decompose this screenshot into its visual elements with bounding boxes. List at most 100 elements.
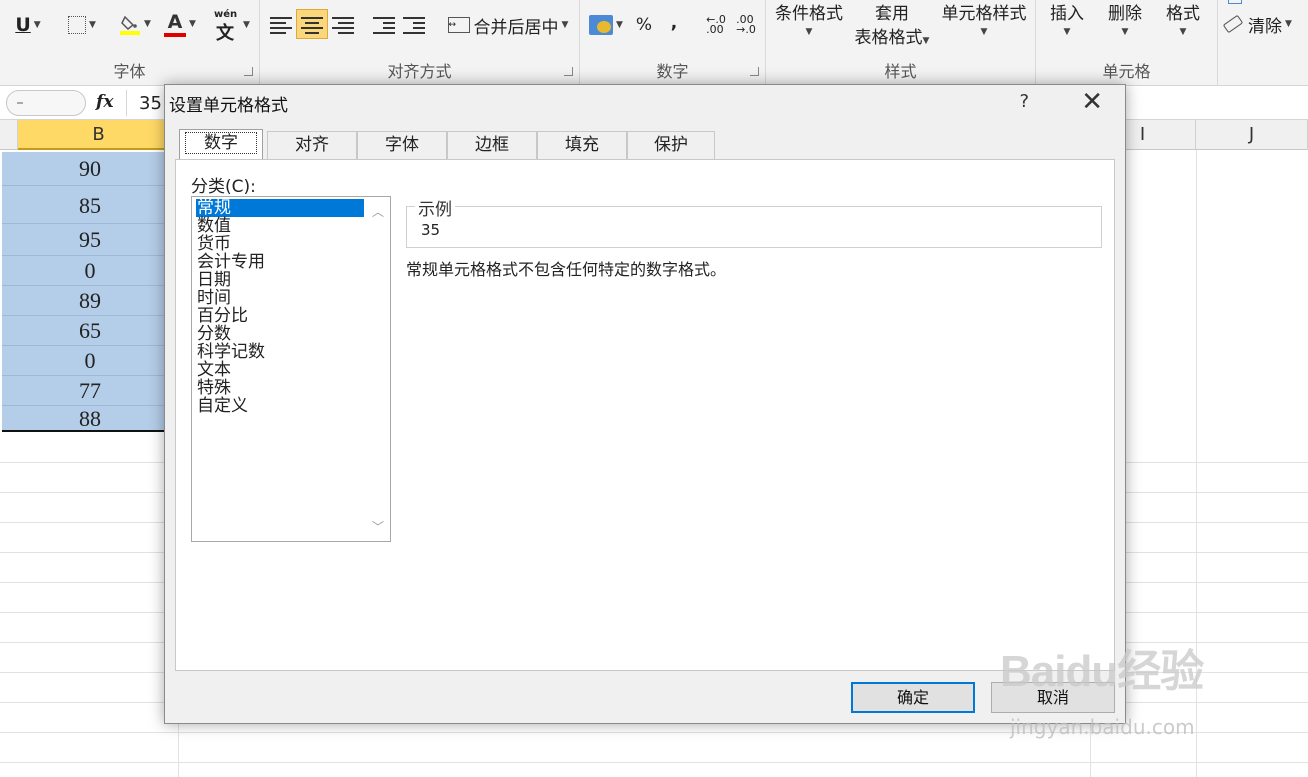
tab-border[interactable]: 边框 (447, 131, 537, 159)
fill-button-partial[interactable] (1224, 0, 1246, 6)
cell-b-value[interactable]: 77 (2, 376, 178, 406)
category-item-general[interactable]: 常规 (196, 199, 364, 217)
accounting-format-button[interactable]: ▼ (586, 10, 626, 40)
chevron-down-icon: ▼ (189, 19, 196, 29)
merge-center-label: 合并后居中 (473, 17, 559, 38)
fill-color-button[interactable]: ▼ (114, 8, 156, 40)
cell-b-value[interactable]: 89 (2, 286, 178, 316)
decrease-decimal-button[interactable]: .00 →.0 (732, 12, 760, 38)
chevron-down-icon: ▼ (1285, 19, 1292, 29)
tab-alignment[interactable]: 对齐 (267, 131, 357, 159)
cells-group: 插入 ▼ 删除 ▼ 格式 ▼ 单元格 (1036, 0, 1218, 86)
tab-label: 数字 (185, 132, 257, 154)
category-item-accounting[interactable]: 会计专用 (196, 253, 364, 271)
chevron-down-icon: ▼ (922, 36, 930, 46)
merge-center-button[interactable]: ↔ 合并后居中 ▼ (440, 10, 576, 40)
align-right-button[interactable] (328, 10, 358, 38)
increase-indent-button[interactable] (400, 10, 428, 38)
align-center-button[interactable] (296, 9, 328, 39)
delete-button[interactable]: 删除 ▼ (1100, 2, 1150, 38)
category-listbox[interactable]: 常规 数值 货币 会计专用 日期 时间 百分比 分数 科学记数 文本 特殊 自定… (191, 196, 391, 542)
chevron-down-icon: ▼ (89, 20, 96, 30)
increase-decimal-icon: ←.0.00 (706, 13, 726, 36)
percent-icon: % (635, 15, 653, 35)
cell-b-value[interactable]: 0 (2, 256, 178, 286)
chevron-down-icon: ▼ (980, 27, 988, 37)
tab-font[interactable]: 字体 (357, 131, 447, 159)
name-box-handle-icon (17, 102, 23, 104)
font-color-button[interactable]: A ▼ (160, 8, 200, 40)
format-button[interactable]: 格式 ▼ (1158, 2, 1208, 38)
conditional-format-button[interactable]: 条件格式 ▼ (770, 2, 848, 38)
scroll-down-icon[interactable]: ﹀ (372, 518, 384, 535)
alignment-group-label: 对齐方式 (387, 62, 452, 81)
format-as-table-button[interactable]: 套用 表格格式▼ (848, 2, 936, 50)
category-item-number[interactable]: 数值 (196, 217, 364, 235)
category-item-custom[interactable]: 自定义 (196, 397, 364, 415)
styles-group: 条件格式 ▼ 套用 表格格式▼ 单元格样式 ▼ 样式 (766, 0, 1036, 86)
category-item-currency[interactable]: 货币 (196, 235, 364, 253)
cell-styles-label: 单元格样式 (941, 4, 1027, 24)
underline-button[interactable]: U ▼ (8, 10, 48, 40)
cell-b-value[interactable]: 85 (2, 186, 178, 224)
cell-b-value[interactable]: 88 (2, 406, 178, 432)
ok-button[interactable]: 确定 (851, 682, 975, 713)
scroll-up-icon[interactable]: ︿ (372, 203, 384, 220)
tab-number[interactable]: 数字 (179, 129, 263, 159)
ribbon: U ▼ ▼ ▼ A ▼ wén 文 ▼ 字体 ↔ 合并后居中 ▼ 对齐方式 ▼ … (0, 0, 1308, 86)
decrease-decimal-icon: .00 →.0 (736, 13, 756, 36)
column-header-j[interactable]: J (1196, 120, 1308, 150)
insert-button[interactable]: 插入 ▼ (1042, 2, 1092, 38)
close-icon[interactable]: ✕ (1081, 87, 1103, 117)
number-group-label: 数字 (656, 62, 689, 81)
sample-label: 示例 (415, 195, 455, 220)
watermark-logo: Baidu经验 (1000, 647, 1204, 696)
dialog-launcher-icon[interactable] (564, 67, 573, 76)
increase-decimal-button[interactable]: ←.0.00 (702, 12, 730, 38)
underline-icon: U (15, 14, 31, 36)
format-cells-dialog: 设置单元格格式 ? ✕ 数字 对齐 字体 边框 填充 保护 分类(C): 常规 … (164, 84, 1126, 724)
dialog-launcher-icon[interactable] (244, 67, 253, 76)
clear-button[interactable]: 清除 ▼ (1222, 10, 1308, 38)
category-item-text[interactable]: 文本 (196, 361, 364, 379)
number-group: ▼ % , ←.0.00 .00 →.0 数字 (580, 0, 766, 86)
category-item-fraction[interactable]: 分数 (196, 325, 364, 343)
dialog-launcher-icon[interactable] (750, 67, 759, 76)
merge-cells-icon: ↔ (447, 17, 470, 33)
delete-label: 删除 (1108, 4, 1142, 24)
chevron-down-icon: ▼ (1121, 27, 1129, 37)
decrease-indent-button[interactable] (370, 10, 398, 38)
category-item-scientific[interactable]: 科学记数 (196, 343, 364, 361)
list-scrollbar[interactable]: ︿ ﹀ (368, 197, 390, 541)
column-header-a[interactable] (0, 120, 18, 150)
tab-protection[interactable]: 保护 (627, 131, 715, 159)
insert-function-icon[interactable]: fx (96, 92, 113, 112)
conditional-format-label: 条件格式 (775, 4, 843, 24)
tab-fill[interactable]: 填充 (537, 131, 627, 159)
category-item-percentage[interactable]: 百分比 (196, 307, 364, 325)
phonetic-button[interactable]: wén 文 ▼ (208, 8, 256, 44)
comma-style-button[interactable]: , (662, 8, 686, 38)
column-header-b[interactable]: B (18, 120, 180, 150)
cell-b-value[interactable]: 0 (2, 346, 178, 376)
phonetic-icon: wén 文 (214, 9, 238, 44)
chevron-down-icon: ▼ (616, 20, 623, 30)
category-item-date[interactable]: 日期 (196, 271, 364, 289)
sample-value: 35 (421, 221, 441, 239)
category-item-special[interactable]: 特殊 (196, 379, 364, 397)
insert-label: 插入 (1050, 4, 1084, 24)
align-left-button[interactable] (266, 10, 296, 38)
percent-button[interactable]: % (630, 10, 658, 40)
align-right-icon (332, 15, 354, 34)
chevron-down-icon: ▼ (561, 20, 569, 30)
cell-b-value[interactable]: 95 (2, 224, 178, 256)
cell-b-value[interactable]: 90 (2, 152, 178, 186)
cell-styles-button[interactable]: 单元格样式 ▼ (936, 2, 1032, 38)
category-item-time[interactable]: 时间 (196, 289, 364, 307)
border-button[interactable]: ▼ (62, 10, 102, 40)
format-as-table-label-2: 表格格式 (854, 28, 923, 48)
font-color-letter: A (167, 11, 183, 33)
name-box[interactable] (6, 90, 86, 116)
help-button[interactable]: ? (1019, 91, 1029, 112)
cell-b-value[interactable]: 65 (2, 316, 178, 346)
